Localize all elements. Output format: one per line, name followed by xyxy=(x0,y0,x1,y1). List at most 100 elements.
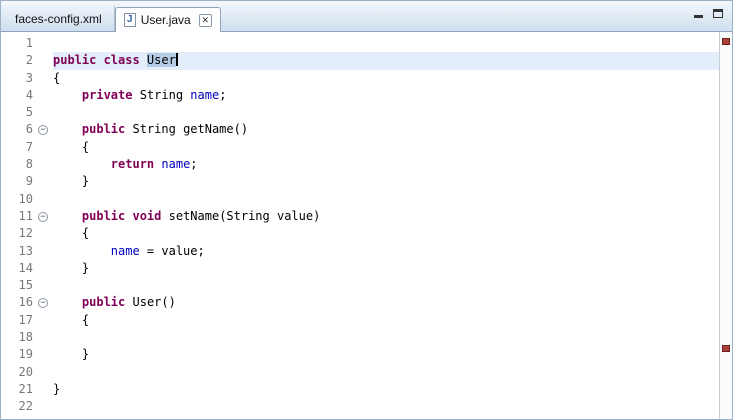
code-line: 7 { xyxy=(1,139,719,156)
line-number: 6 xyxy=(1,121,38,138)
overview-ruler xyxy=(719,32,732,419)
code-text[interactable]: public String getName() xyxy=(53,121,719,138)
code-segment xyxy=(53,157,111,171)
code-text[interactable] xyxy=(53,364,719,381)
code-line: 1 xyxy=(1,35,719,52)
fold-gutter xyxy=(38,87,53,104)
code-lines[interactable]: 12public class User3{4 private String na… xyxy=(1,32,719,419)
tab-user-java[interactable]: J User.java ✕ xyxy=(115,7,221,32)
code-text[interactable]: } xyxy=(53,173,719,190)
tab-label: User.java xyxy=(141,13,191,27)
code-line: 3{ xyxy=(1,70,719,87)
fold-gutter xyxy=(38,243,53,260)
code-line: 11− public void setName(String value) xyxy=(1,208,719,225)
code-line: 9 } xyxy=(1,173,719,190)
fold-gutter xyxy=(38,312,53,329)
line-number: 15 xyxy=(1,277,38,294)
line-number: 17 xyxy=(1,312,38,329)
occurrence-marker[interactable] xyxy=(722,345,730,352)
code-text[interactable]: { xyxy=(53,139,719,156)
code-segment: String xyxy=(132,88,190,102)
code-segment: ; xyxy=(190,157,197,171)
code-segment: public class xyxy=(53,53,147,67)
minimize-icon[interactable] xyxy=(692,7,705,19)
code-text[interactable]: { xyxy=(53,70,719,87)
code-text[interactable] xyxy=(53,329,719,346)
line-number: 21 xyxy=(1,381,38,398)
line-number: 3 xyxy=(1,70,38,87)
fold-collapse-icon[interactable]: − xyxy=(38,294,53,311)
fold-gutter xyxy=(38,104,53,121)
code-segment: String getName() xyxy=(125,122,248,136)
fold-gutter xyxy=(38,346,53,363)
code-text[interactable]: public class User xyxy=(53,52,719,69)
code-segment: User() xyxy=(125,295,176,309)
code-text[interactable]: return name; xyxy=(53,156,719,173)
fold-gutter xyxy=(38,329,53,346)
line-number: 14 xyxy=(1,260,38,277)
line-number: 13 xyxy=(1,243,38,260)
code-text[interactable]: private String name; xyxy=(53,87,719,104)
code-text[interactable] xyxy=(53,191,719,208)
tab-label: faces-config.xml xyxy=(15,12,102,26)
code-segment: name xyxy=(111,244,140,258)
line-number: 2 xyxy=(1,52,38,69)
code-text[interactable] xyxy=(53,398,719,415)
code-line: 18 xyxy=(1,329,719,346)
code-text[interactable]: { xyxy=(53,225,719,242)
code-line: 12 { xyxy=(1,225,719,242)
code-text[interactable]: public void setName(String value) xyxy=(53,208,719,225)
fold-collapse-icon[interactable]: − xyxy=(38,208,53,225)
code-line: 20 xyxy=(1,364,719,381)
code-segment: public xyxy=(82,295,125,309)
line-number: 7 xyxy=(1,139,38,156)
code-segment: setName(String value) xyxy=(161,209,320,223)
code-text[interactable] xyxy=(53,104,719,121)
occurrence-marker[interactable] xyxy=(722,38,730,45)
fold-gutter xyxy=(38,225,53,242)
code-segment: name xyxy=(161,157,190,171)
close-tab-icon[interactable]: ✕ xyxy=(199,14,212,27)
fold-gutter xyxy=(38,156,53,173)
code-text[interactable] xyxy=(53,35,719,52)
code-text[interactable]: } xyxy=(53,346,719,363)
code-line: 15 xyxy=(1,277,719,294)
code-segment: { xyxy=(53,140,89,154)
code-line: 22 xyxy=(1,398,719,415)
fold-gutter xyxy=(38,52,53,69)
code-segment: } xyxy=(53,347,89,361)
code-line: 2 public class User xyxy=(1,52,719,69)
code-line: 6− public String getName() xyxy=(1,121,719,138)
fold-collapse-icon[interactable]: − xyxy=(38,121,53,138)
code-text[interactable]: } xyxy=(53,260,719,277)
code-text[interactable]: { xyxy=(53,312,719,329)
code-text[interactable]: name = value; xyxy=(53,243,719,260)
code-line: 16− public User() xyxy=(1,294,719,311)
line-number: 19 xyxy=(1,346,38,363)
code-text[interactable]: public User() xyxy=(53,294,719,311)
line-number: 5 xyxy=(1,104,38,121)
code-segment: public void xyxy=(82,209,161,223)
code-text[interactable] xyxy=(53,277,719,294)
line-number: 4 xyxy=(1,87,38,104)
code-editor[interactable]: 12public class User3{4 private String na… xyxy=(1,32,732,419)
code-segment: } xyxy=(53,174,89,188)
tab-faces-config-xml[interactable]: faces-config.xml xyxy=(3,6,115,31)
fold-gutter xyxy=(38,70,53,87)
code-line: 14 } xyxy=(1,260,719,277)
selected-text: User xyxy=(147,53,176,67)
code-segment: public xyxy=(82,122,125,136)
line-number: 11 xyxy=(1,208,38,225)
maximize-icon[interactable] xyxy=(711,7,724,19)
line-number: 20 xyxy=(1,364,38,381)
line-number: 1 xyxy=(1,35,38,52)
code-segment: private xyxy=(82,88,133,102)
code-segment: = value; xyxy=(140,244,205,258)
line-number: 8 xyxy=(1,156,38,173)
line-number: 18 xyxy=(1,329,38,346)
code-text[interactable]: } xyxy=(53,381,719,398)
line-number: 9 xyxy=(1,173,38,190)
fold-gutter xyxy=(38,191,53,208)
code-segment: return xyxy=(111,157,154,171)
code-segment xyxy=(53,209,82,223)
